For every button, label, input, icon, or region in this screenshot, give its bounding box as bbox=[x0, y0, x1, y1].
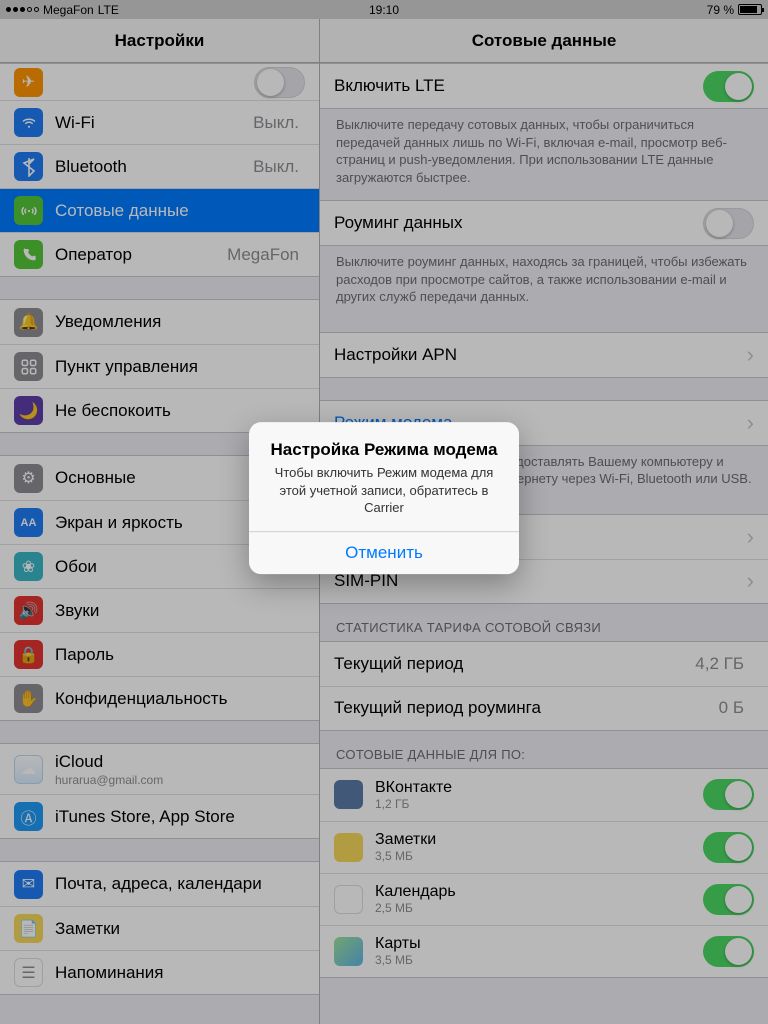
alert-cancel-button[interactable]: Отменить bbox=[249, 531, 519, 574]
alert-dialog: Настройка Режима модема Чтобы включить Р… bbox=[249, 422, 519, 574]
alert-message: Чтобы включить Режим модема для этой уче… bbox=[265, 464, 503, 517]
alert-title: Настройка Режима модема bbox=[265, 440, 503, 460]
